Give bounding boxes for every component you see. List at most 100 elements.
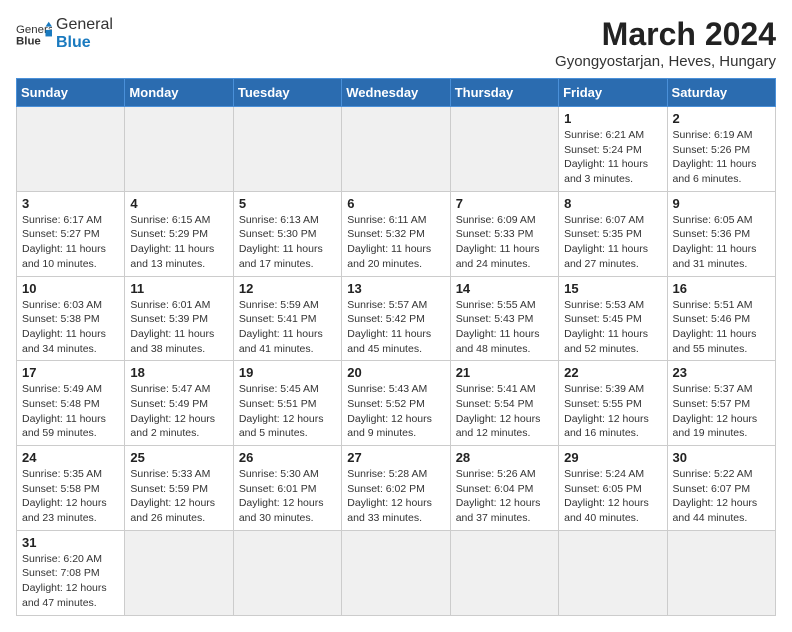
- day-number: 7: [456, 196, 553, 211]
- calendar-day-cell: [667, 530, 775, 615]
- day-info: Sunrise: 5:43 AM Sunset: 5:52 PM Dayligh…: [347, 382, 444, 441]
- day-info: Sunrise: 6:19 AM Sunset: 5:26 PM Dayligh…: [673, 128, 770, 187]
- calendar-week-row: 3 Sunrise: 6:17 AM Sunset: 5:27 PM Daylig…: [17, 191, 776, 276]
- day-number: 24: [22, 450, 119, 465]
- day-number: 2: [673, 111, 770, 126]
- calendar-week-row: 10 Sunrise: 6:03 AM Sunset: 5:38 PM Dayli…: [17, 276, 776, 361]
- calendar-day-cell: 26 Sunrise: 5:30 AM Sunset: 6:01 PM Dayli…: [233, 446, 341, 531]
- calendar-day-cell: 12 Sunrise: 5:59 AM Sunset: 5:41 PM Dayli…: [233, 276, 341, 361]
- day-info: Sunrise: 6:09 AM Sunset: 5:33 PM Dayligh…: [456, 213, 553, 272]
- day-info: Sunrise: 5:47 AM Sunset: 5:49 PM Dayligh…: [130, 382, 227, 441]
- weekday-header-tuesday: Tuesday: [233, 79, 341, 107]
- calendar-day-cell: 13 Sunrise: 5:57 AM Sunset: 5:42 PM Dayli…: [342, 276, 450, 361]
- calendar-day-cell: [342, 530, 450, 615]
- calendar-week-row: 24 Sunrise: 5:35 AM Sunset: 5:58 PM Dayli…: [17, 446, 776, 531]
- day-info: Sunrise: 5:51 AM Sunset: 5:46 PM Dayligh…: [673, 298, 770, 357]
- calendar-day-cell: 30Sunrise: 5:22 AM Sunset: 6:07 PM Dayli…: [667, 446, 775, 531]
- day-number: 18: [130, 365, 227, 380]
- day-number: 26: [239, 450, 336, 465]
- day-number: 9: [673, 196, 770, 211]
- day-info: Sunrise: 5:59 AM Sunset: 5:41 PM Dayligh…: [239, 298, 336, 357]
- day-info: Sunrise: 6:07 AM Sunset: 5:35 PM Dayligh…: [564, 213, 661, 272]
- day-info: Sunrise: 6:03 AM Sunset: 5:38 PM Dayligh…: [22, 298, 119, 357]
- day-number: 31: [22, 535, 119, 550]
- calendar-day-cell: 29 Sunrise: 5:24 AM Sunset: 6:05 PM Dayli…: [559, 446, 667, 531]
- calendar-day-cell: [450, 107, 558, 192]
- weekday-header-friday: Friday: [559, 79, 667, 107]
- day-number: 27: [347, 450, 444, 465]
- day-info: Sunrise: 5:28 AM Sunset: 6:02 PM Dayligh…: [347, 467, 444, 526]
- day-number: 29: [564, 450, 661, 465]
- day-number: 17: [22, 365, 119, 380]
- calendar-day-cell: 31 Sunrise: 6:20 AM Sunset: 7:08 PM Dayli…: [17, 530, 125, 615]
- calendar-day-cell: [450, 530, 558, 615]
- calendar-day-cell: [17, 107, 125, 192]
- location-subtitle: Gyongyostarjan, Heves, Hungary: [555, 53, 776, 70]
- day-number: 16: [673, 281, 770, 296]
- day-info: Sunrise: 6:13 AM Sunset: 5:30 PM Dayligh…: [239, 213, 336, 272]
- calendar-week-row: 31 Sunrise: 6:20 AM Sunset: 7:08 PM Dayli…: [17, 530, 776, 615]
- day-info: Sunrise: 6:05 AM Sunset: 5:36 PM Dayligh…: [673, 213, 770, 272]
- calendar-day-cell: 28Sunrise: 5:26 AM Sunset: 6:04 PM Dayli…: [450, 446, 558, 531]
- day-number: 12: [239, 281, 336, 296]
- logo-general: General: [56, 16, 113, 34]
- day-info: Sunrise: 5:39 AM Sunset: 5:55 PM Dayligh…: [564, 382, 661, 441]
- calendar-day-cell: 5Sunrise: 6:13 AM Sunset: 5:30 PM Daylig…: [233, 191, 341, 276]
- calendar-day-cell: 24 Sunrise: 5:35 AM Sunset: 5:58 PM Dayli…: [17, 446, 125, 531]
- day-info: Sunrise: 5:41 AM Sunset: 5:54 PM Dayligh…: [456, 382, 553, 441]
- calendar-day-cell: 4Sunrise: 6:15 AM Sunset: 5:29 PM Daylig…: [125, 191, 233, 276]
- day-info: Sunrise: 6:17 AM Sunset: 5:27 PM Dayligh…: [22, 213, 119, 272]
- day-number: 14: [456, 281, 553, 296]
- calendar-day-cell: 27 Sunrise: 5:28 AM Sunset: 6:02 PM Dayli…: [342, 446, 450, 531]
- day-info: Sunrise: 5:57 AM Sunset: 5:42 PM Dayligh…: [347, 298, 444, 357]
- day-info: Sunrise: 5:37 AM Sunset: 5:57 PM Dayligh…: [673, 382, 770, 441]
- day-number: 25: [130, 450, 227, 465]
- calendar-table: SundayMondayTuesdayWednesdayThursdayFrid…: [16, 78, 776, 616]
- day-info: Sunrise: 6:20 AM Sunset: 7:08 PM Dayligh…: [22, 552, 119, 611]
- day-info: Sunrise: 5:35 AM Sunset: 5:58 PM Dayligh…: [22, 467, 119, 526]
- calendar-week-row: 17Sunrise: 5:49 AM Sunset: 5:48 PM Dayli…: [17, 361, 776, 446]
- calendar-day-cell: 6Sunrise: 6:11 AM Sunset: 5:32 PM Daylig…: [342, 191, 450, 276]
- day-number: 19: [239, 365, 336, 380]
- day-number: 13: [347, 281, 444, 296]
- calendar-day-cell: [125, 530, 233, 615]
- calendar-day-cell: [342, 107, 450, 192]
- calendar-day-cell: 22 Sunrise: 5:39 AM Sunset: 5:55 PM Dayli…: [559, 361, 667, 446]
- day-info: Sunrise: 6:21 AM Sunset: 5:24 PM Dayligh…: [564, 128, 661, 187]
- calendar-day-cell: 23Sunrise: 5:37 AM Sunset: 5:57 PM Dayli…: [667, 361, 775, 446]
- calendar-day-cell: 1Sunrise: 6:21 AM Sunset: 5:24 PM Daylig…: [559, 107, 667, 192]
- day-info: Sunrise: 5:53 AM Sunset: 5:45 PM Dayligh…: [564, 298, 661, 357]
- calendar-day-cell: 11Sunrise: 6:01 AM Sunset: 5:39 PM Dayli…: [125, 276, 233, 361]
- calendar-day-cell: 19 Sunrise: 5:45 AM Sunset: 5:51 PM Dayli…: [233, 361, 341, 446]
- day-info: Sunrise: 5:45 AM Sunset: 5:51 PM Dayligh…: [239, 382, 336, 441]
- day-number: 10: [22, 281, 119, 296]
- day-info: Sunrise: 5:33 AM Sunset: 5:59 PM Dayligh…: [130, 467, 227, 526]
- day-info: Sunrise: 6:01 AM Sunset: 5:39 PM Dayligh…: [130, 298, 227, 357]
- calendar-day-cell: 16 Sunrise: 5:51 AM Sunset: 5:46 PM Dayli…: [667, 276, 775, 361]
- calendar-day-cell: 25 Sunrise: 5:33 AM Sunset: 5:59 PM Dayli…: [125, 446, 233, 531]
- weekday-header-thursday: Thursday: [450, 79, 558, 107]
- day-number: 22: [564, 365, 661, 380]
- day-info: Sunrise: 5:24 AM Sunset: 6:05 PM Dayligh…: [564, 467, 661, 526]
- day-number: 30: [673, 450, 770, 465]
- calendar-day-cell: 17Sunrise: 5:49 AM Sunset: 5:48 PM Dayli…: [17, 361, 125, 446]
- calendar-day-cell: 8 Sunrise: 6:07 AM Sunset: 5:35 PM Daylig…: [559, 191, 667, 276]
- calendar-day-cell: [559, 530, 667, 615]
- day-number: 20: [347, 365, 444, 380]
- day-info: Sunrise: 5:30 AM Sunset: 6:01 PM Dayligh…: [239, 467, 336, 526]
- day-number: 4: [130, 196, 227, 211]
- calendar-day-cell: 15 Sunrise: 5:53 AM Sunset: 5:45 PM Dayli…: [559, 276, 667, 361]
- calendar-day-cell: 21Sunrise: 5:41 AM Sunset: 5:54 PM Dayli…: [450, 361, 558, 446]
- day-number: 3: [22, 196, 119, 211]
- calendar-day-cell: 9 Sunrise: 6:05 AM Sunset: 5:36 PM Daylig…: [667, 191, 775, 276]
- day-number: 15: [564, 281, 661, 296]
- title-area: March 2024 Gyongyostarjan, Heves, Hungar…: [555, 16, 776, 70]
- weekday-header-row: SundayMondayTuesdayWednesdayThursdayFrid…: [17, 79, 776, 107]
- calendar-day-cell: [125, 107, 233, 192]
- header: General Blue General Blue March 2024 Gyo…: [16, 16, 776, 70]
- svg-text:Blue: Blue: [16, 35, 41, 47]
- day-number: 8: [564, 196, 661, 211]
- calendar-week-row: 1Sunrise: 6:21 AM Sunset: 5:24 PM Daylig…: [17, 107, 776, 192]
- calendar-day-cell: 2 Sunrise: 6:19 AM Sunset: 5:26 PM Daylig…: [667, 107, 775, 192]
- day-info: Sunrise: 5:26 AM Sunset: 6:04 PM Dayligh…: [456, 467, 553, 526]
